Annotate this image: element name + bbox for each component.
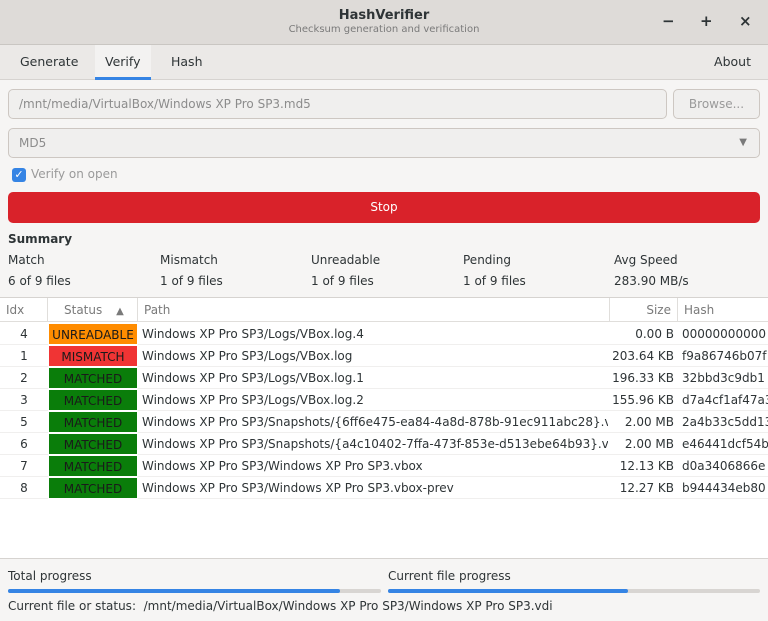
verify-on-open-label: Verify on open <box>31 167 118 181</box>
title-bar: HashVerifier Checksum generation and ver… <box>0 0 768 45</box>
tab-bar: Generate Verify Hash About <box>0 45 768 80</box>
row-status-badge: MATCHED <box>48 411 138 433</box>
column-status-label: Status <box>64 303 103 317</box>
checksum-file-input[interactable]: /mnt/media/VirtualBox/Windows XP Pro SP3… <box>8 89 667 119</box>
row-status-badge: MISMATCH <box>48 345 138 367</box>
row-size: 196.33 KB <box>612 371 674 385</box>
row-hash: d0a3406866e <box>682 459 766 473</box>
row-hash: d7a4cf1af47a3 <box>682 393 768 407</box>
current-file-progress-label: Current file progress <box>388 569 511 583</box>
stop-button[interactable]: Stop <box>8 192 760 223</box>
current-file-progress-bar <box>388 589 760 593</box>
row-path: Windows XP Pro SP3/Logs/VBox.log.1 <box>142 371 364 385</box>
row-hash: b944434eb80 <box>682 481 766 495</box>
row-size: 155.96 KB <box>612 393 674 407</box>
row-size: 0.00 B <box>635 327 674 341</box>
row-size: 2.00 MB <box>624 437 674 451</box>
row-size: 12.13 KB <box>619 459 674 473</box>
row-hash: 00000000000 <box>682 327 766 341</box>
total-progress-label: Total progress <box>8 569 92 583</box>
column-idx[interactable]: Idx <box>0 298 48 322</box>
window-title: HashVerifier <box>338 8 430 23</box>
minimize-button[interactable]: − <box>662 12 675 30</box>
tab-verify[interactable]: Verify <box>95 45 151 80</box>
summary-0-value: 6 of 9 files <box>8 274 71 288</box>
row-path: Windows XP Pro SP3/Snapshots/{a4c10402-7… <box>142 437 608 451</box>
column-path[interactable]: Path <box>138 298 610 322</box>
table-row[interactable]: 6 MATCHED Windows XP Pro SP3/Snapshots/{… <box>0 433 768 455</box>
row-path: Windows XP Pro SP3/Snapshots/{6ff6e475-e… <box>142 415 608 429</box>
row-status-badge: UNREADABLE <box>48 323 138 345</box>
column-hash[interactable]: Hash <box>678 298 768 322</box>
maximize-button[interactable]: + <box>700 12 713 30</box>
row-path: Windows XP Pro SP3/Logs/VBox.log.2 <box>142 393 364 407</box>
summary-4-label: Avg Speed <box>614 253 678 267</box>
summary-3-value: 1 of 9 files <box>463 274 526 288</box>
table-row[interactable]: 4 UNREADABLE Windows XP Pro SP3/Logs/VBo… <box>0 323 768 345</box>
summary-3-label: Pending <box>463 253 511 267</box>
current-file-progress-fill <box>388 589 628 593</box>
row-idx: 8 <box>20 481 28 495</box>
current-file-value: /mnt/media/VirtualBox/Windows XP Pro SP3… <box>143 599 553 613</box>
table-row[interactable]: 2 MATCHED Windows XP Pro SP3/Logs/VBox.l… <box>0 367 768 389</box>
row-size: 203.64 KB <box>612 349 674 363</box>
row-status-badge: MATCHED <box>48 367 138 389</box>
chevron-down-icon: ▼ <box>739 137 747 148</box>
row-idx: 7 <box>20 459 28 473</box>
row-path: Windows XP Pro SP3/Logs/VBox.log <box>142 349 353 363</box>
row-idx: 1 <box>20 349 28 363</box>
row-idx: 3 <box>20 393 28 407</box>
row-path: Windows XP Pro SP3/Logs/VBox.log.4 <box>142 327 364 341</box>
current-file-label: Current file or status: <box>8 599 136 613</box>
column-size[interactable]: Size <box>610 298 678 322</box>
summary-1-value: 1 of 9 files <box>160 274 223 288</box>
algorithm-value: MD5 <box>19 136 47 150</box>
about-button[interactable]: About <box>704 45 761 80</box>
table-row[interactable]: 5 MATCHED Windows XP Pro SP3/Snapshots/{… <box>0 411 768 433</box>
summary-2-label: Unreadable <box>311 253 381 267</box>
row-size: 2.00 MB <box>624 415 674 429</box>
table-row[interactable]: 7 MATCHED Windows XP Pro SP3/Windows XP … <box>0 455 768 477</box>
summary-2-value: 1 of 9 files <box>311 274 374 288</box>
table-row[interactable]: 8 MATCHED Windows XP Pro SP3/Windows XP … <box>0 477 768 499</box>
row-idx: 5 <box>20 415 28 429</box>
row-status-badge: MATCHED <box>48 389 138 411</box>
browse-button[interactable]: Browse... <box>673 89 760 119</box>
sort-ascending-icon: ▲ <box>116 306 124 317</box>
row-status-badge: MATCHED <box>48 433 138 455</box>
tab-hash[interactable]: Hash <box>161 45 213 80</box>
row-hash: e46441dcf54b <box>682 437 768 451</box>
table-row[interactable]: 3 MATCHED Windows XP Pro SP3/Logs/VBox.l… <box>0 389 768 411</box>
summary-0-label: Match <box>8 253 45 267</box>
close-button[interactable]: × <box>739 12 752 30</box>
tab-generate[interactable]: Generate <box>10 45 88 80</box>
row-status-badge: MATCHED <box>48 477 138 499</box>
row-idx: 4 <box>20 327 28 341</box>
row-size: 12.27 KB <box>619 481 674 495</box>
summary-4-value: 283.90 MB/s <box>614 274 689 288</box>
row-idx: 2 <box>20 371 28 385</box>
table-row[interactable]: 1 MISMATCH Windows XP Pro SP3/Logs/VBox.… <box>0 345 768 367</box>
column-status[interactable]: Status ▲ <box>48 298 138 322</box>
summary-title: Summary <box>8 232 73 246</box>
algorithm-select[interactable]: MD5 ▼ <box>8 128 760 158</box>
results-table: Idx Status ▲ Path Size Hash 4 UNREADABLE… <box>0 297 768 559</box>
current-file-status: Current file or status: /mnt/media/Virtu… <box>8 599 553 613</box>
total-progress-bar <box>8 589 381 593</box>
row-hash: f9a86746b07f <box>682 349 767 363</box>
summary-1-label: Mismatch <box>160 253 218 267</box>
window-subtitle: Checksum generation and verification <box>288 24 480 35</box>
row-idx: 6 <box>20 437 28 451</box>
verify-on-open-checkbox[interactable]: ✓ <box>12 168 26 182</box>
row-status-badge: MATCHED <box>48 455 138 477</box>
row-hash: 32bbd3c9db1 <box>682 371 765 385</box>
row-path: Windows XP Pro SP3/Windows XP Pro SP3.vb… <box>142 481 454 495</box>
total-progress-fill <box>8 589 340 593</box>
row-hash: 2a4b33c5dd13 <box>682 415 768 429</box>
row-path: Windows XP Pro SP3/Windows XP Pro SP3.vb… <box>142 459 423 473</box>
